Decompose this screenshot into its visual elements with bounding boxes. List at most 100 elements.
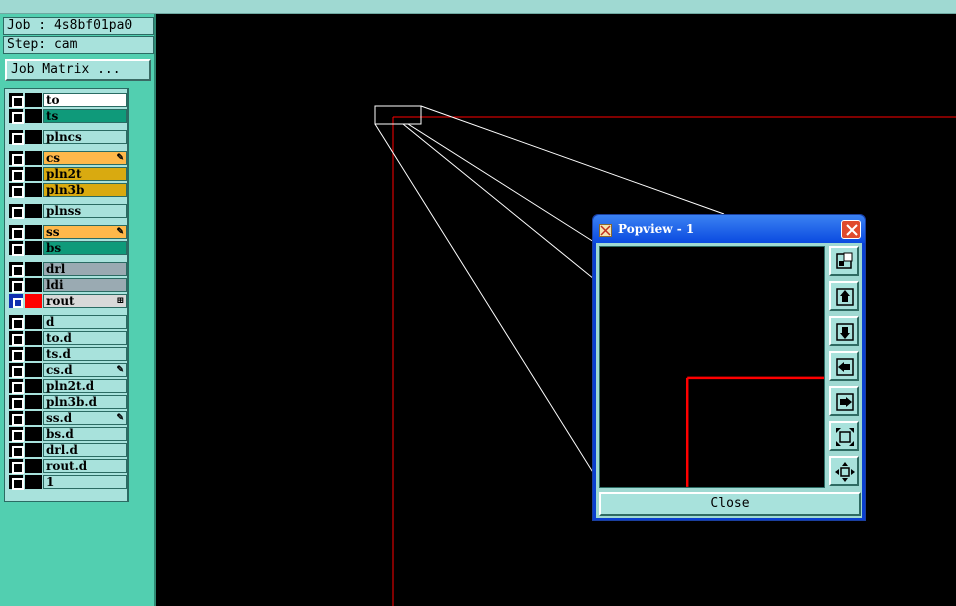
layer-display-swatch[interactable]: [25, 427, 42, 441]
layer-name[interactable]: bs: [43, 241, 127, 255]
layer-display-swatch[interactable]: [25, 109, 42, 123]
layer-checkbox[interactable]: [9, 294, 23, 308]
layer-checkbox[interactable]: [9, 204, 24, 219]
layer-display-swatch[interactable]: [25, 379, 42, 393]
layer-row[interactable]: rout.d: [7, 459, 127, 474]
layer-checkbox[interactable]: [9, 183, 24, 198]
layer-row[interactable]: rout ⊞: [7, 294, 127, 308]
layer-display-swatch[interactable]: [25, 225, 42, 239]
pan-down-button[interactable]: [829, 316, 859, 346]
layer-checkbox[interactable]: [9, 151, 24, 166]
layer-row[interactable]: ss.d ✎: [7, 411, 127, 426]
layer-row[interactable]: drl.d: [7, 443, 127, 458]
layer-display-swatch[interactable]: [25, 130, 42, 144]
layer-display-swatch[interactable]: [25, 167, 42, 181]
layer-row[interactable]: pln2t: [7, 167, 127, 182]
layer-name[interactable]: drl.d: [43, 443, 127, 457]
layer-checkbox[interactable]: [9, 109, 24, 124]
layer-checkbox[interactable]: [9, 278, 24, 293]
layer-row[interactable]: ts.d: [7, 347, 127, 362]
layer-name[interactable]: rout ⊞: [43, 294, 127, 308]
job-matrix-button[interactable]: Job Matrix ...: [5, 59, 151, 81]
popview-viewport[interactable]: [599, 246, 825, 488]
layer-checkbox[interactable]: [9, 93, 24, 108]
zoom-out-button[interactable]: [829, 456, 859, 486]
layer-checkbox[interactable]: [9, 347, 24, 362]
layer-checkbox[interactable]: [9, 315, 24, 330]
pan-right-button[interactable]: [829, 386, 859, 416]
layer-name[interactable]: pln2t: [43, 167, 127, 181]
layer-display-swatch[interactable]: [25, 347, 42, 361]
layer-name[interactable]: pln3b: [43, 183, 127, 197]
layer-checkbox[interactable]: [9, 395, 24, 410]
layer-name[interactable]: ts: [43, 109, 127, 123]
layer-display-swatch[interactable]: [25, 294, 42, 308]
close-icon[interactable]: [841, 220, 861, 239]
layer-display-swatch[interactable]: [25, 262, 42, 276]
layer-row[interactable]: pln3b.d: [7, 395, 127, 410]
pan-up-button[interactable]: [829, 281, 859, 311]
layer-name[interactable]: pln2t.d: [43, 379, 127, 393]
close-button[interactable]: Close: [599, 492, 861, 516]
layer-name[interactable]: rout.d: [43, 459, 127, 473]
layer-name[interactable]: cs ✎: [43, 151, 127, 165]
layer-display-swatch[interactable]: [25, 331, 42, 345]
layer-checkbox[interactable]: [9, 475, 24, 490]
layer-row[interactable]: 1: [7, 475, 127, 490]
zoom-in-button[interactable]: [829, 421, 859, 451]
layer-display-swatch[interactable]: [25, 475, 42, 489]
layer-checkbox[interactable]: [9, 379, 24, 394]
layer-display-swatch[interactable]: [25, 315, 42, 329]
layer-checkbox[interactable]: [9, 331, 24, 346]
layer-row[interactable]: bs: [7, 241, 127, 256]
layer-display-swatch[interactable]: [25, 363, 42, 377]
layer-display-swatch[interactable]: [25, 183, 42, 197]
layer-name[interactable]: to: [43, 93, 127, 107]
layer-name[interactable]: to.d: [43, 331, 127, 345]
layer-row[interactable]: cs.d ✎: [7, 363, 127, 378]
layer-row[interactable]: to.d: [7, 331, 127, 346]
layer-checkbox[interactable]: [9, 167, 24, 182]
layer-row[interactable]: pln3b: [7, 183, 127, 198]
layer-row[interactable]: drl: [7, 262, 127, 277]
layer-display-swatch[interactable]: [25, 411, 42, 425]
layer-checkbox[interactable]: [9, 459, 24, 474]
layer-checkbox[interactable]: [9, 363, 24, 378]
layer-display-swatch[interactable]: [25, 151, 42, 165]
layer-name[interactable]: bs.d: [43, 427, 127, 441]
layer-name[interactable]: 1: [43, 475, 127, 489]
layer-checkbox[interactable]: [9, 225, 24, 240]
layer-display-swatch[interactable]: [25, 241, 42, 255]
layer-name[interactable]: drl: [43, 262, 127, 276]
layer-row[interactable]: plncs: [7, 130, 127, 145]
popview-title-bar[interactable]: Popview - 1: [593, 215, 865, 243]
layer-row[interactable]: plnss: [7, 204, 127, 219]
layer-name[interactable]: d: [43, 315, 127, 329]
layer-checkbox[interactable]: [9, 262, 24, 277]
layer-row[interactable]: pln2t.d: [7, 379, 127, 394]
layer-display-swatch[interactable]: [25, 443, 42, 457]
layer-name[interactable]: ts.d: [43, 347, 127, 361]
layer-row[interactable]: ss ✎: [7, 225, 127, 240]
layer-name[interactable]: ldi: [43, 278, 127, 292]
layer-checkbox[interactable]: [9, 411, 24, 426]
layer-name[interactable]: cs.d ✎: [43, 363, 127, 377]
layer-name[interactable]: plncs: [43, 130, 127, 144]
layer-name[interactable]: ss ✎: [43, 225, 127, 239]
layer-display-swatch[interactable]: [25, 93, 42, 107]
layer-row[interactable]: ldi: [7, 278, 127, 293]
layer-row[interactable]: cs ✎: [7, 151, 127, 166]
layer-display-swatch[interactable]: [25, 395, 42, 409]
layer-checkbox[interactable]: [9, 130, 24, 145]
layer-name[interactable]: plnss: [43, 204, 127, 218]
layer-checkbox[interactable]: [9, 241, 24, 256]
layer-display-swatch[interactable]: [25, 204, 42, 218]
zoom-home-button[interactable]: [829, 246, 859, 276]
layer-name[interactable]: pln3b.d: [43, 395, 127, 409]
layer-row[interactable]: bs.d: [7, 427, 127, 442]
layer-checkbox[interactable]: [9, 443, 24, 458]
layer-display-swatch[interactable]: [25, 459, 42, 473]
layer-list-scroll[interactable]: [128, 88, 154, 502]
layer-row[interactable]: ts: [7, 109, 127, 124]
layer-checkbox[interactable]: [9, 427, 24, 442]
